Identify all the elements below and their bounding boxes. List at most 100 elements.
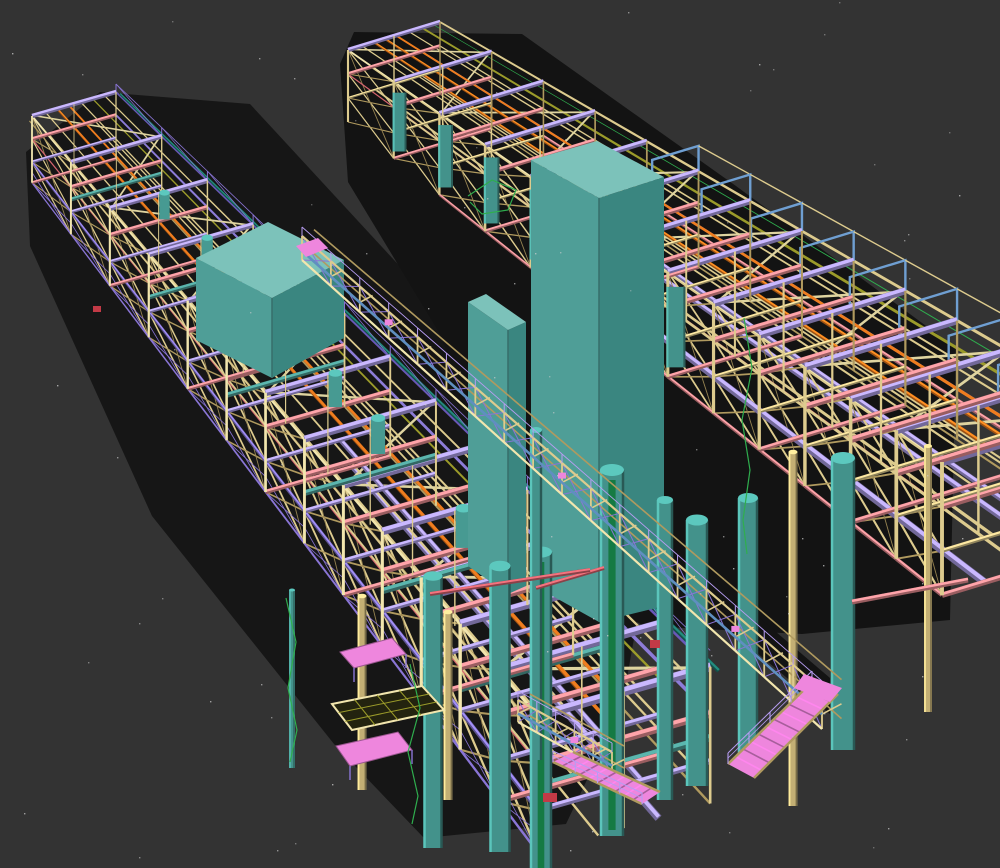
duct-cylinder[interactable] bbox=[329, 373, 342, 407]
cad-3d-viewport[interactable] bbox=[0, 0, 1000, 868]
pink-fitting[interactable] bbox=[558, 473, 566, 479]
speckle bbox=[823, 565, 824, 566]
slab-column[interactable] bbox=[438, 125, 453, 187]
speckle bbox=[696, 449, 697, 450]
speckle bbox=[927, 475, 928, 476]
red-fitting[interactable] bbox=[543, 793, 557, 802]
speckle bbox=[179, 216, 180, 217]
column[interactable] bbox=[686, 520, 708, 786]
speckle bbox=[773, 69, 774, 70]
slab-column[interactable] bbox=[666, 287, 685, 367]
speckle bbox=[904, 240, 905, 241]
speckle bbox=[723, 536, 724, 537]
speckle bbox=[487, 198, 488, 199]
column[interactable] bbox=[657, 500, 673, 800]
column-top[interactable] bbox=[358, 594, 367, 599]
pink-fitting[interactable] bbox=[570, 737, 578, 743]
speckle bbox=[356, 367, 357, 368]
column-top[interactable] bbox=[600, 464, 624, 476]
speckle bbox=[761, 447, 762, 448]
column-top[interactable] bbox=[924, 444, 932, 448]
speckle bbox=[570, 850, 571, 851]
column[interactable] bbox=[490, 566, 511, 852]
speckle bbox=[733, 568, 734, 569]
speckle bbox=[729, 317, 730, 318]
speckle bbox=[117, 457, 118, 458]
column-top[interactable] bbox=[289, 589, 295, 592]
speckle bbox=[630, 290, 631, 291]
speckle bbox=[428, 308, 429, 309]
duct-cylinder[interactable] bbox=[371, 418, 385, 454]
column-top[interactable] bbox=[686, 515, 708, 526]
speckle bbox=[295, 843, 296, 844]
speckle bbox=[607, 738, 608, 739]
speckle bbox=[174, 349, 175, 350]
speckle bbox=[154, 251, 155, 252]
speckle bbox=[553, 412, 554, 413]
pink-fitting[interactable] bbox=[385, 319, 393, 325]
duct-cylinder[interactable] bbox=[159, 193, 169, 220]
speckle bbox=[535, 253, 536, 254]
speckle bbox=[425, 404, 426, 405]
column[interactable] bbox=[831, 458, 855, 750]
speckle bbox=[786, 596, 787, 597]
speckle bbox=[139, 857, 140, 858]
speckle bbox=[592, 831, 593, 832]
slab-column[interactable] bbox=[393, 93, 407, 152]
speckle bbox=[727, 222, 728, 223]
speckle bbox=[514, 283, 515, 284]
duct-cylinder-top[interactable] bbox=[159, 190, 169, 196]
speckle bbox=[700, 593, 701, 594]
speckle bbox=[824, 713, 825, 714]
speckle bbox=[355, 120, 356, 121]
speckle bbox=[628, 12, 629, 13]
speckle bbox=[873, 847, 874, 848]
speckle bbox=[366, 253, 367, 254]
speckle bbox=[494, 377, 495, 378]
model-scene-canvas[interactable] bbox=[0, 0, 1000, 868]
speckle bbox=[909, 278, 910, 279]
speckle bbox=[962, 538, 963, 539]
speckle bbox=[281, 464, 282, 465]
pink-fitting[interactable] bbox=[731, 626, 739, 632]
speckle bbox=[88, 662, 89, 663]
speckle bbox=[139, 623, 140, 624]
red-fitting[interactable] bbox=[93, 306, 101, 312]
speckle bbox=[888, 828, 889, 829]
column-top[interactable] bbox=[738, 493, 758, 503]
speckle bbox=[824, 34, 825, 35]
speckle bbox=[476, 147, 477, 148]
duct-cylinder-top[interactable] bbox=[329, 369, 342, 376]
speckle bbox=[959, 195, 960, 196]
speckle bbox=[593, 618, 594, 619]
speckle bbox=[922, 676, 923, 677]
speckle bbox=[802, 538, 803, 539]
column-top[interactable] bbox=[831, 452, 855, 464]
teal-wall-front[interactable] bbox=[468, 302, 508, 594]
column-top[interactable] bbox=[789, 450, 798, 455]
speckle bbox=[259, 58, 260, 59]
speckle bbox=[565, 139, 566, 140]
speckle bbox=[82, 74, 83, 75]
speckle bbox=[908, 234, 909, 235]
duct-cylinder-top[interactable] bbox=[202, 235, 213, 241]
column-top[interactable] bbox=[657, 496, 673, 504]
speckle bbox=[172, 21, 173, 22]
column-top[interactable] bbox=[424, 571, 443, 581]
speckle bbox=[271, 717, 272, 718]
speckle bbox=[547, 651, 548, 652]
column-top[interactable] bbox=[490, 561, 511, 572]
speckle bbox=[906, 739, 907, 740]
speckle bbox=[261, 684, 262, 685]
speckle bbox=[549, 376, 550, 377]
speckle bbox=[528, 688, 529, 689]
red-fitting[interactable] bbox=[650, 640, 660, 648]
column-top[interactable] bbox=[444, 610, 453, 615]
speckle bbox=[711, 655, 712, 656]
teal-wall-side[interactable] bbox=[508, 322, 526, 594]
speckle bbox=[557, 475, 558, 476]
speckle bbox=[551, 536, 552, 537]
speckle bbox=[464, 207, 465, 208]
duct-cylinder-top[interactable] bbox=[371, 414, 385, 422]
speckle bbox=[24, 813, 25, 814]
